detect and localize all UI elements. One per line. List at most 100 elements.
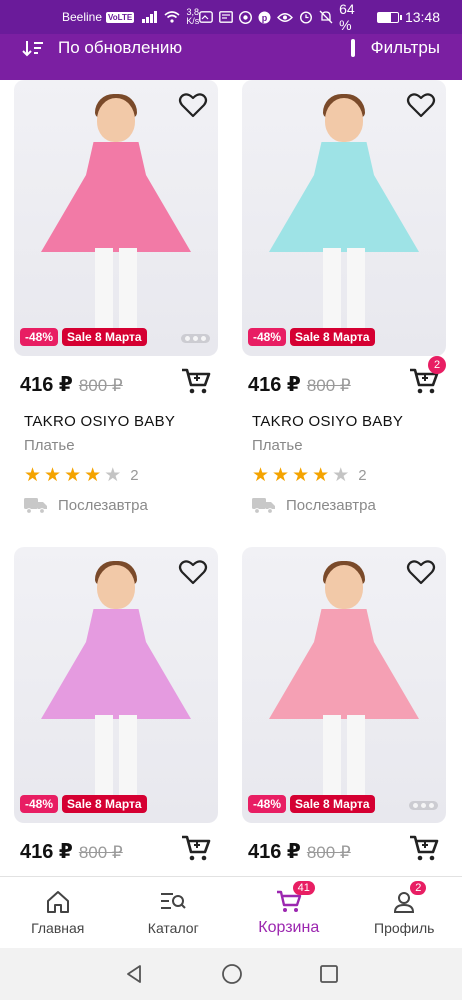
price: 416 ₽	[20, 841, 73, 863]
news-icon	[219, 11, 234, 23]
dress-graphic	[41, 142, 191, 252]
clock: 13:48	[404, 9, 441, 25]
delivery-info: Послезавтра	[24, 496, 148, 514]
dress-graphic	[269, 142, 419, 252]
favorite-heart-icon[interactable]	[178, 90, 208, 120]
sort-label: По обновлению	[58, 38, 183, 57]
back-icon[interactable]	[123, 963, 145, 985]
delivery-text: Послезавтра	[58, 496, 148, 514]
nav-home[interactable]: Главная	[0, 877, 116, 948]
bottom-navigation: Главная Каталог 41 Корзина 2 Профиль	[0, 876, 462, 948]
star-icon: ★	[44, 465, 62, 486]
delivery-info: Послезавтра	[252, 496, 376, 514]
product-image[interactable]: -48% Sale 8 Марта	[14, 80, 218, 356]
add-to-cart-button[interactable]	[180, 366, 212, 396]
nav-profile[interactable]: 2 Профиль	[347, 877, 462, 948]
pager-dot	[201, 336, 206, 341]
price-row: 416 ₽ 800 ₽ 2	[248, 356, 446, 397]
product-image[interactable]: -48% Sale 8 Марта	[242, 547, 446, 823]
star-icon: ★	[292, 465, 310, 486]
filters-button[interactable]: Фильтры	[349, 38, 440, 58]
image-pager-dots	[409, 801, 438, 810]
product-rating: ★ ★ ★ ★ ★ 2	[24, 466, 139, 485]
star-icon: ★	[312, 465, 330, 486]
chrome-icon	[239, 10, 253, 24]
signal-icon	[142, 11, 158, 23]
child-face	[97, 565, 135, 609]
add-to-cart-icon	[182, 368, 211, 394]
favorite-heart-icon[interactable]	[406, 90, 436, 120]
pager-dot	[193, 336, 198, 341]
svg-text:p: p	[262, 12, 268, 22]
add-to-cart-icon	[410, 835, 439, 861]
product-image[interactable]: -48% Sale 8 Марта	[242, 80, 446, 356]
delivery-truck-icon	[252, 498, 275, 514]
product-rating: ★ ★ ★ ★ ★ 2	[252, 466, 367, 485]
product-image[interactable]: -48% Sale 8 Марта	[14, 547, 218, 823]
star-icon: ★	[84, 465, 102, 486]
sort-button[interactable]: По обновлению	[22, 38, 182, 58]
recents-icon[interactable]	[319, 964, 339, 984]
profile-badge: 2	[410, 881, 427, 895]
image-pager-dots	[181, 334, 210, 343]
delivery-truck-icon	[24, 498, 47, 514]
home-icon	[46, 890, 69, 913]
status-icons: 3,8 K/s	[142, 8, 199, 26]
nav-cart[interactable]: 41 Корзина	[231, 877, 347, 948]
nav-catalog[interactable]: Каталог	[116, 877, 232, 948]
pager-dot	[185, 336, 190, 341]
home-circle-icon[interactable]	[221, 963, 243, 985]
product-type: Платье	[252, 437, 303, 454]
star-icon: ★	[252, 465, 270, 486]
add-to-cart-button[interactable]	[180, 833, 212, 863]
product-brand: TAKRO OSIYO BABY	[252, 413, 404, 430]
favorite-heart-icon[interactable]	[178, 557, 208, 587]
pinterest-icon: p	[258, 11, 271, 23]
favorite-heart-icon[interactable]	[406, 557, 436, 587]
product-badges: -48% Sale 8 Марта	[20, 795, 147, 813]
speed-unit: K/s	[186, 16, 200, 26]
carrier-name: Beeline	[62, 10, 103, 24]
filter-icon	[350, 39, 355, 57]
sale-badge: Sale 8 Марта	[62, 328, 147, 346]
network-speed: 3,8 K/s	[186, 8, 199, 26]
product-type: Платье	[24, 437, 75, 454]
dress-graphic	[41, 609, 191, 719]
pager-dot	[413, 803, 418, 808]
price: 416 ₽	[20, 374, 73, 396]
nav-profile-label: Профиль	[374, 919, 435, 936]
child-face	[325, 565, 363, 609]
cart-count-badge: 41	[292, 881, 315, 895]
filters-label: Фильтры	[370, 38, 440, 57]
add-to-cart-icon	[182, 835, 211, 861]
review-count: 2	[130, 467, 139, 484]
catalog-toolbar: По обновлению Фильтры	[0, 34, 462, 80]
wifi-icon	[164, 11, 180, 23]
volte-badge: VoLTE	[106, 11, 135, 23]
old-price: 800 ₽	[78, 376, 123, 395]
add-to-cart-button[interactable]	[408, 833, 440, 863]
sale-badge: Sale 8 Марта	[290, 328, 375, 346]
eye-icon	[277, 12, 294, 22]
product-brand: TAKRO OSIYO BABY	[24, 413, 176, 430]
battery-percent: 64 %	[339, 1, 355, 33]
child-face	[325, 98, 363, 142]
nav-catalog-label: Каталог	[147, 919, 199, 936]
star-icon: ★	[24, 465, 42, 486]
product-badges: -48% Sale 8 Марта	[20, 328, 147, 346]
pager-dot	[421, 803, 426, 808]
discount-badge: -48%	[20, 795, 59, 813]
carrier: Beeline VoLTE	[62, 10, 135, 24]
battery-fill	[377, 12, 391, 22]
child-face	[97, 98, 135, 142]
product-badges: -48% Sale 8 Марта	[248, 795, 375, 813]
price-row: 416 ₽ 800 ₽	[20, 835, 212, 864]
gallery-icon	[199, 11, 214, 23]
price: 416 ₽	[248, 374, 301, 396]
status-right: p 64 % 13:48	[199, 1, 440, 33]
sale-badge: Sale 8 Марта	[62, 795, 147, 813]
alarm-icon	[300, 11, 313, 24]
star-icon: ★	[272, 465, 290, 486]
pager-dot	[429, 803, 434, 808]
add-to-cart-button[interactable]: 2	[408, 356, 446, 396]
